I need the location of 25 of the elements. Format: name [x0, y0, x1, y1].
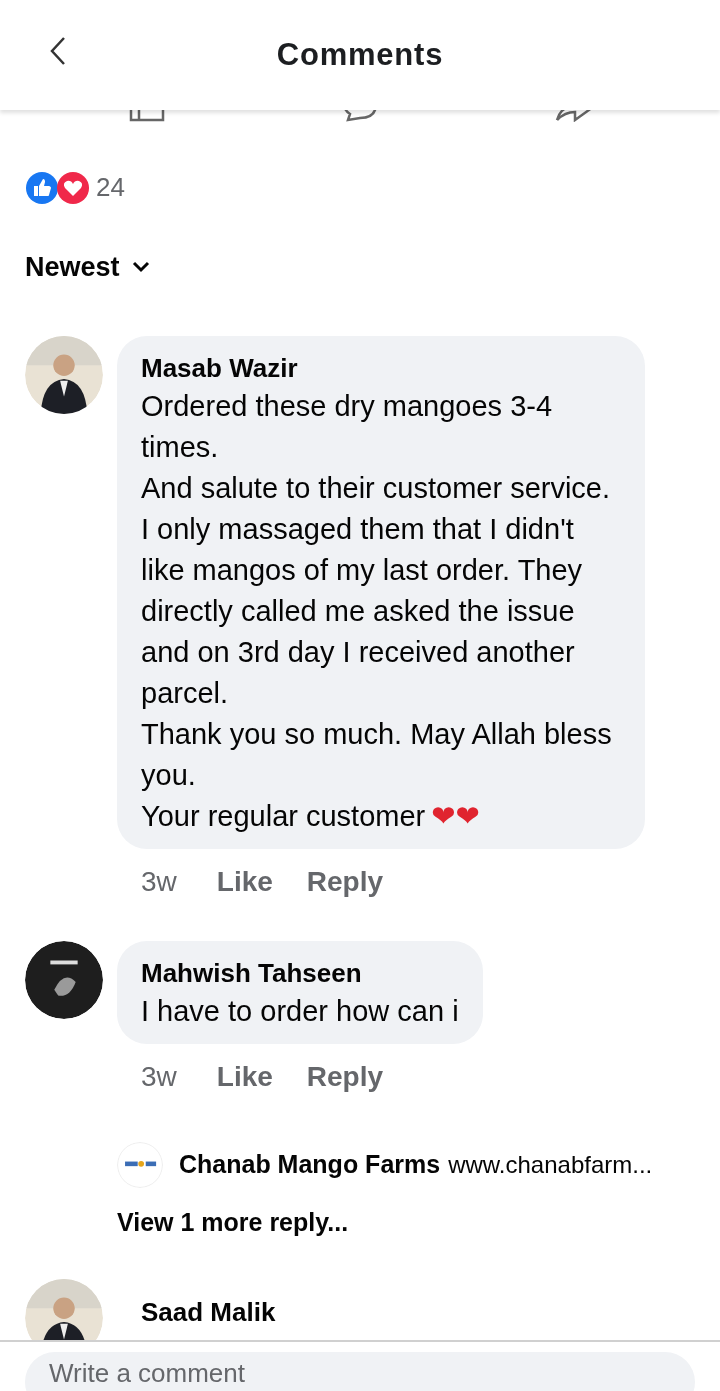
page-title: Comments	[275, 35, 445, 74]
comment-author[interactable]: Mahwish Tahseen	[141, 954, 459, 991]
comment-text: And salute to their customer service.	[141, 470, 612, 506]
reply-link[interactable]: Reply	[306, 1055, 384, 1098]
thumbs-up-icon	[25, 170, 59, 205]
comment-text: Ordered these dry mangoes 3-4 times.	[141, 388, 554, 465]
chevron-down-icon	[131, 261, 150, 274]
comment-text: I have to order how can i	[141, 993, 459, 1029]
comment-text: Thank you so much. May Allah bless you.	[141, 716, 613, 793]
reply-text: www.chanabfarm...	[448, 1149, 653, 1180]
like-link[interactable]: Like	[216, 1055, 273, 1098]
comment-time: 3w	[141, 1059, 177, 1094]
comment-text: Your regular customer ❤❤	[141, 797, 481, 835]
like-link[interactable]: Like	[216, 860, 273, 903]
sort-dropdown[interactable]: Newest	[25, 247, 150, 288]
comment-input[interactable]: Write a comment	[25, 1352, 695, 1391]
view-more-replies-link[interactable]: View 1 more reply...	[117, 1203, 349, 1241]
comment-text: I only massaged them that I didn't like mangos of my last order. They directly called me asked the issue and on 3rd day I received another parcel.	[141, 511, 584, 711]
comment-author[interactable]: Masab Wazir	[141, 349, 621, 386]
reply-link[interactable]: Reply	[306, 860, 384, 903]
back-icon[interactable]	[48, 36, 68, 66]
reaction-count: 24	[96, 171, 125, 204]
comment-time: 3w	[141, 864, 177, 899]
reply-author[interactable]: Chanab Mango Farms	[179, 1145, 441, 1184]
comment-author[interactable]: Saad Malik	[117, 1279, 276, 1332]
